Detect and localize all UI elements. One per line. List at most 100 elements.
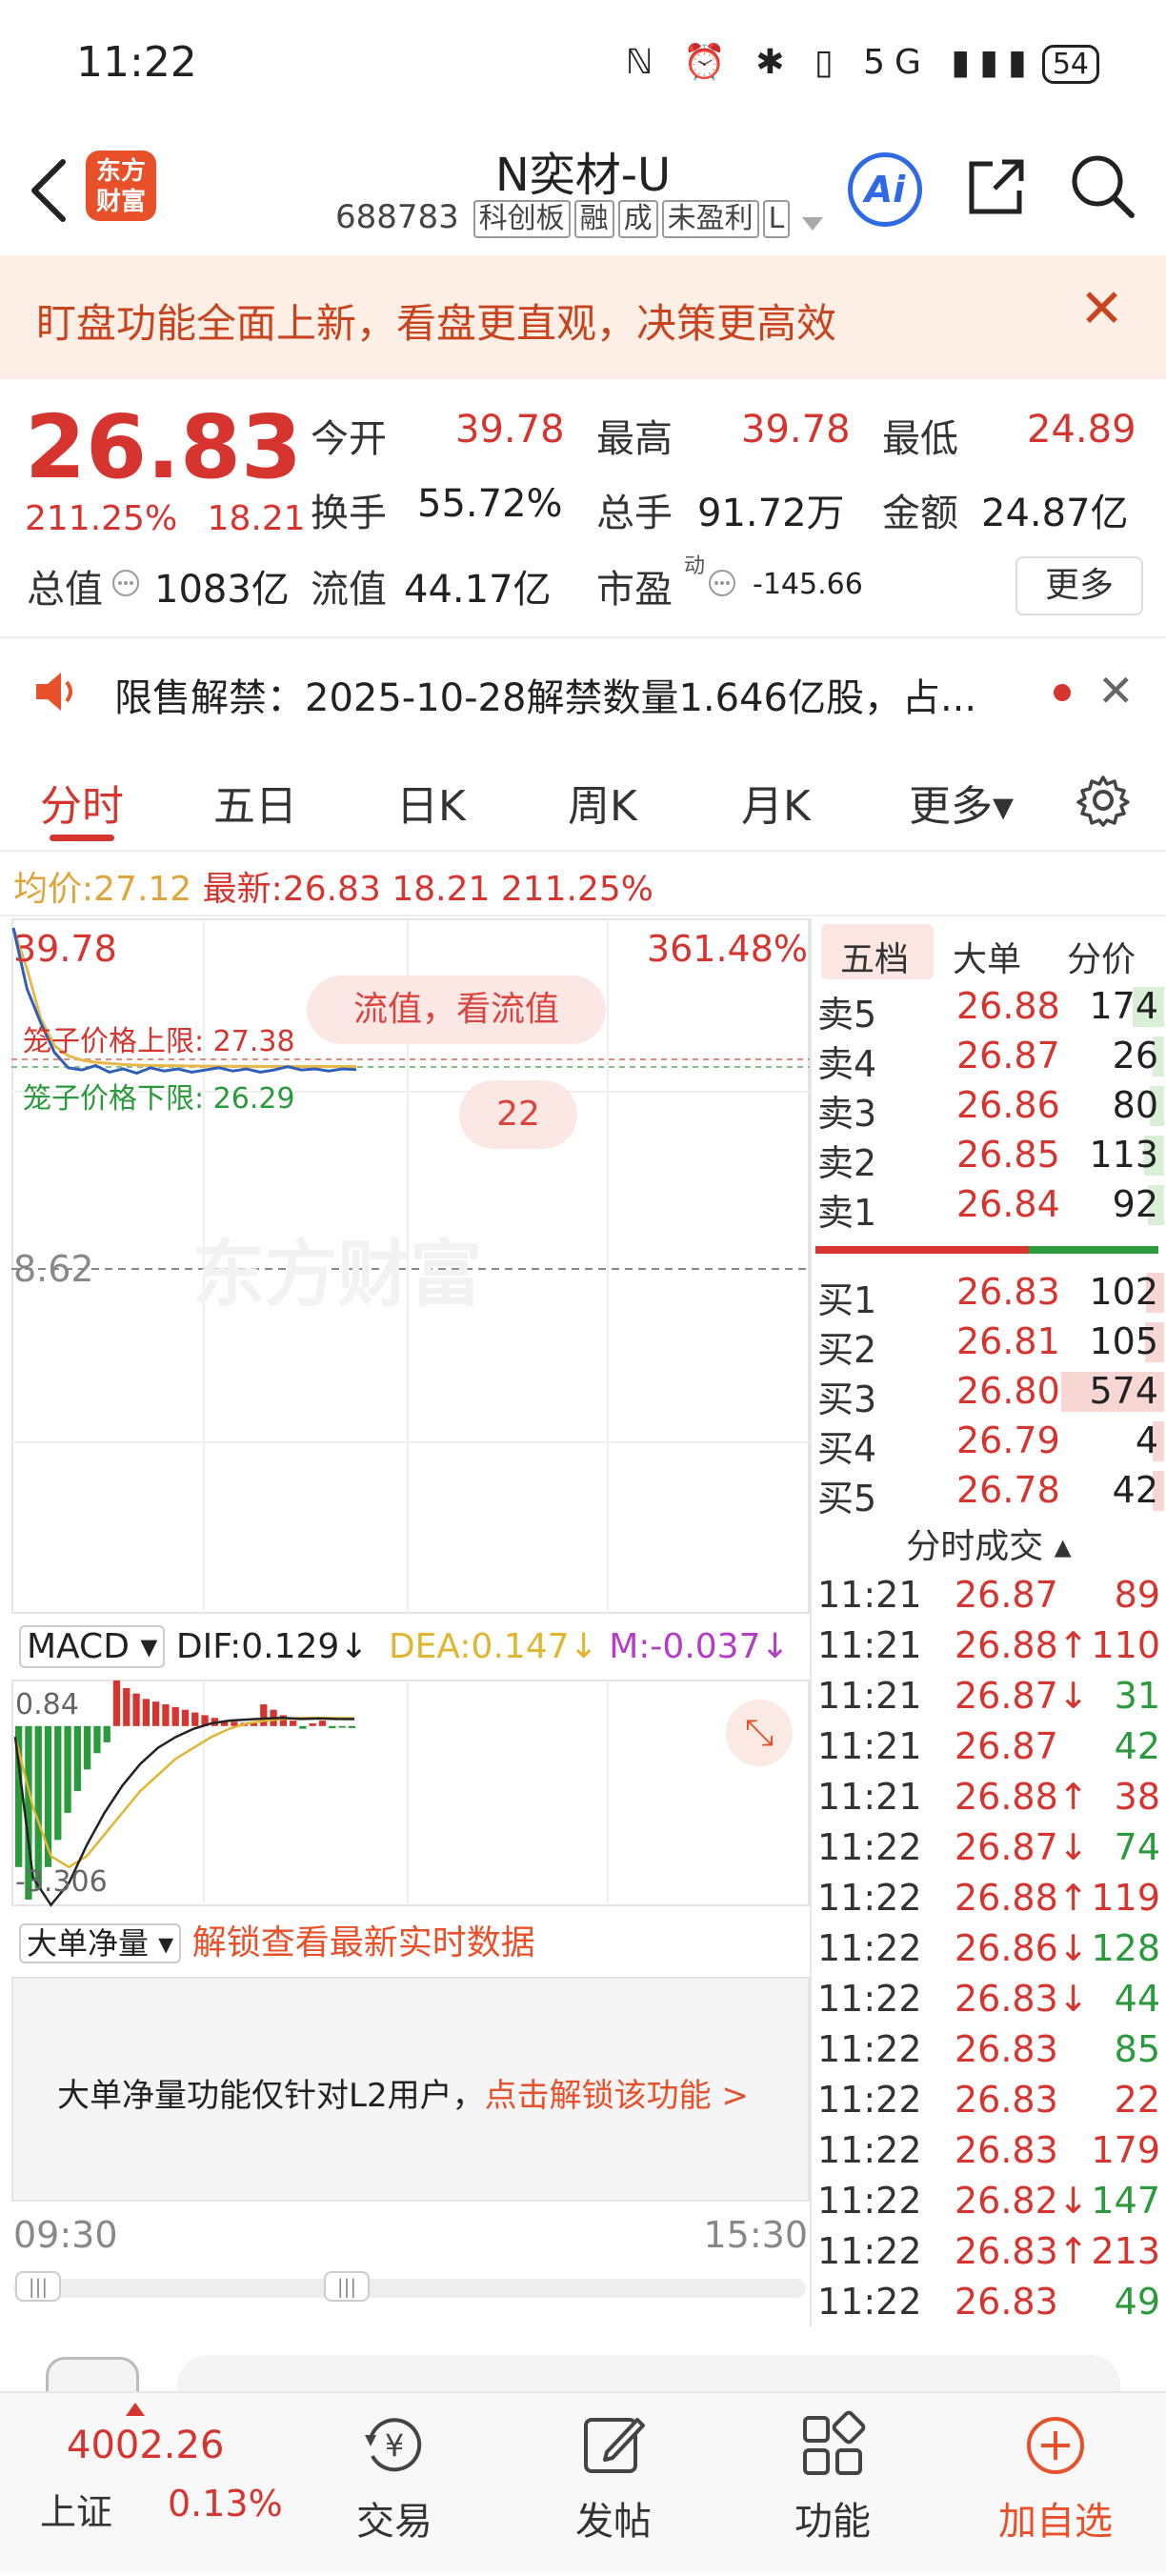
ask-volume: 80 [1112, 1084, 1158, 1126]
notice-text: 限售解禁：2025-10-28解禁数量1.646亿股，占... [114, 676, 977, 720]
notice-close-icon[interactable]: ✕ [1097, 665, 1135, 716]
nav-post[interactable]: 发帖 [537, 2410, 690, 2546]
high-value: 39.78 [741, 408, 851, 452]
tick-price: 26.83↑ [955, 2230, 1089, 2272]
macd-bar [181, 1709, 190, 1726]
tick-volume: 89 [1114, 1574, 1160, 1616]
nav-functions[interactable]: 功能 [756, 2410, 909, 2546]
tick-volume: 179 [1091, 2129, 1160, 2171]
nav-trade[interactable]: ¥ 交易 [318, 2410, 471, 2546]
tick-row: 11:22 26.87↓ 74 [812, 1822, 1166, 1872]
unlock-notice[interactable]: 限售解禁：2025-10-28解禁数量1.646亿股，占... ✕ [0, 640, 1166, 743]
bid-row[interactable]: 买1 26.83 102 [812, 1267, 1166, 1321]
tab-five-day[interactable]: 五日 [213, 772, 297, 833]
bid-row[interactable]: 买3 26.80 574 [812, 1366, 1166, 1420]
tab-weekly-k[interactable]: 周K [568, 772, 637, 833]
ask-row[interactable]: 卖4 26.87 26 [812, 1031, 1166, 1085]
pe-value: -145.66 [753, 568, 863, 601]
grid-icon [756, 2410, 909, 2481]
tick-volume: 49 [1114, 2281, 1160, 2323]
share-icon[interactable] [964, 152, 1031, 219]
tick-price: 26.87↓ [955, 1675, 1089, 1717]
tab-daily-k[interactable]: 日K [396, 772, 466, 833]
count-bubble[interactable]: 22 [459, 1080, 577, 1149]
macd-bar [171, 1706, 179, 1726]
tab-big-orders[interactable]: 大单 [953, 932, 1021, 981]
intraday-chart[interactable]: 东方财富 [11, 918, 812, 2572]
big-order-selector[interactable]: 大单净量 ▾ [19, 1923, 182, 1963]
close-icon[interactable]: ✕ [1079, 278, 1124, 340]
nav-add-watchlist[interactable]: 加自选 [979, 2410, 1132, 2546]
bid-label: 买3 [817, 1379, 877, 1420]
tab-more[interactable]: 更多▾ [909, 772, 1014, 833]
edit-icon [537, 2410, 690, 2481]
macd-selector[interactable]: MACD ▾ [19, 1625, 166, 1668]
ask-price: 26.87 [956, 1035, 1060, 1077]
ask-row[interactable]: 卖2 26.85 113 [812, 1130, 1166, 1184]
macd-bar [260, 1704, 268, 1726]
ask-row[interactable]: 卖3 26.86 80 [812, 1080, 1166, 1135]
price-info-line: 均价:27.12 最新:26.83 18.21 211.25% [13, 861, 653, 911]
tip-bubble[interactable]: 流值，看流值 [307, 976, 606, 1044]
tick-price: 26.88↑ [955, 1877, 1089, 1919]
tick-row: 11:22 26.83↑ 213 [812, 2226, 1166, 2276]
status-bar: 11:22 ℕ ⏰ ✱ ▯ 5G ▮▮▮ 54 [0, 0, 1166, 133]
tick-volume: 44 [1114, 1978, 1160, 2020]
macd-bar [290, 1721, 297, 1726]
tick-time: 11:22 [817, 2129, 922, 2171]
index-pct[interactable]: 0.13% [168, 2483, 283, 2525]
tick-row: 11:21 26.87 42 [812, 1721, 1166, 1771]
tab-price-dist[interactable]: 分价 [1067, 932, 1136, 981]
tick-row: 11:22 26.83 179 [812, 2125, 1166, 2175]
bid-volume: 574 [1089, 1370, 1158, 1412]
ai-button[interactable]: Ai [848, 152, 922, 227]
search-icon[interactable] [1069, 152, 1137, 221]
tick-volume: 85 [1114, 2028, 1160, 2070]
ticks-title[interactable]: 分时成交 ▴ [812, 1519, 1166, 1568]
promo-banner[interactable]: 盯盘功能全面上新，看盘更直观，决策更高效 ✕ [0, 255, 1166, 379]
nav-functions-label: 功能 [794, 2500, 871, 2544]
expand-icon[interactable]: ⤡ [726, 1700, 793, 1766]
tick-time: 11:22 [817, 2028, 922, 2070]
index-value[interactable]: 4002.26 [67, 2424, 224, 2467]
chart-area[interactable]: 东方财富 39.78 361.48% 8.62 笼子价格上限: 27.38 笼子… [11, 918, 812, 2572]
bid-volume: 4 [1135, 1419, 1158, 1461]
ask-label: 卖2 [817, 1142, 877, 1184]
tick-time: 11:21 [817, 1776, 922, 1818]
tick-time: 11:21 [817, 1725, 922, 1767]
nav-trade-label: 交易 [356, 2500, 432, 2544]
tick-time: 11:22 [817, 1877, 922, 1919]
gear-icon[interactable] [1075, 772, 1132, 829]
ask-label: 卖4 [817, 1043, 877, 1085]
tag-l: L [762, 200, 791, 238]
tick-row: 11:22 26.83 49 [812, 2277, 1166, 2326]
info-icon[interactable] [111, 568, 141, 598]
unlock-link[interactable]: 解锁查看最新实时数据 [192, 1923, 535, 1962]
bid-price: 26.81 [956, 1320, 1060, 1362]
turnover-label: 换手 [311, 492, 387, 535]
range-handle-left[interactable]: ||| [15, 2271, 61, 2302]
tick-row: 11:22 26.83↓ 44 [812, 1974, 1166, 2023]
total-cap-label: 总值 [27, 568, 103, 612]
tab-monthly-k[interactable]: 月K [741, 772, 811, 833]
amount-value: 24.87亿 [981, 492, 1129, 535]
range-handle-right[interactable]: ||| [324, 2271, 370, 2302]
tick-time: 11:22 [817, 2180, 922, 2222]
stock-tags: 688783 科创板融成未盈利 L [335, 198, 831, 240]
unlock-feature-link[interactable]: 点击解锁该功能 > [485, 2077, 749, 2115]
tick-price: 26.83↓ [955, 1978, 1089, 2020]
tick-volume: 42 [1114, 1725, 1160, 1767]
bid-row[interactable]: 买4 26.79 4 [812, 1416, 1166, 1470]
tab-five-levels[interactable]: 五档 [840, 932, 909, 981]
tab-intraday[interactable]: 分时 [40, 772, 124, 833]
bid-price: 26.83 [956, 1271, 1060, 1313]
ask-row[interactable]: 卖1 26.84 92 [812, 1179, 1166, 1234]
bid-row[interactable]: 买5 26.78 42 [812, 1465, 1166, 1519]
pe-info-icon[interactable] [707, 568, 737, 598]
index-name[interactable]: 上证 [40, 2483, 112, 2535]
tick-price: 26.88↑ [955, 1624, 1089, 1666]
tags-dropdown-icon[interactable] [802, 217, 823, 231]
bid-row[interactable]: 买2 26.81 105 [812, 1317, 1166, 1371]
more-button[interactable]: 更多 [1015, 556, 1143, 615]
ask-row[interactable]: 卖5 26.88 174 [812, 981, 1166, 1036]
